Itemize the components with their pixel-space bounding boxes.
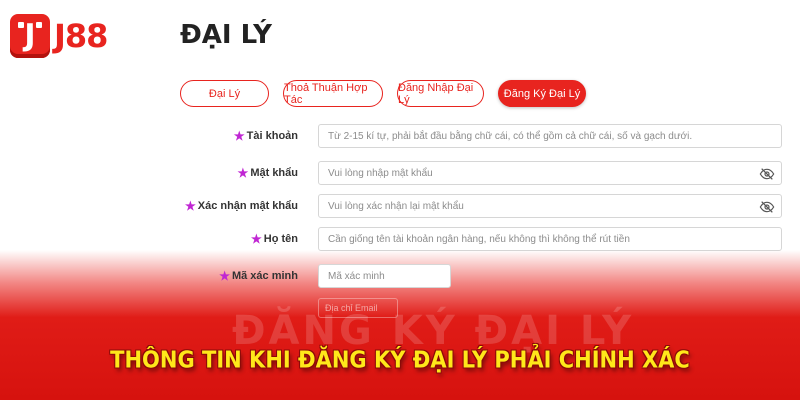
tab-dang-nhap-dai-ly[interactable]: Đăng Nhập Đại Lý <box>397 80 484 107</box>
form-row-account: ★ Tài khoản Từ 2-15 kí tự, phải bắt đầu … <box>0 124 800 148</box>
required-star-icon: ★ <box>233 129 245 143</box>
account-label: ★ Tài khoản <box>234 124 298 148</box>
required-star-icon: ★ <box>184 199 196 213</box>
password-label-text: Mật khẩu <box>250 167 298 179</box>
tab-bar: Đại Lý Thoả Thuận Hợp Tác Đăng Nhập Đại … <box>180 80 586 107</box>
confirm-password-input[interactable]: Vui lòng xác nhận lại mật khẩu <box>318 194 782 218</box>
verification-code-label-text: Mã xác minh <box>231 270 298 282</box>
required-star-icon: ★ <box>237 166 249 180</box>
full-name-label-text: Họ tên <box>263 233 298 245</box>
required-star-icon: ★ <box>219 269 230 283</box>
verification-code-label: ★ Mã xác minh <box>219 264 298 288</box>
account-input[interactable]: Từ 2-15 kí tự, phải bắt đầu bằng chữ cái… <box>318 124 782 148</box>
confirm-password-label: ★ Xác nhận mật khẩu <box>185 194 298 218</box>
password-input[interactable]: Vui lòng nhập mật khẩu <box>318 161 782 185</box>
form-row-confirm-password: ★ Xác nhận mật khẩu Vui lòng xác nhận lạ… <box>0 194 800 218</box>
logo-badge: J <box>10 14 50 58</box>
account-placeholder: Từ 2-15 kí tự, phải bắt đầu bằng chữ cái… <box>328 130 693 142</box>
confirm-password-placeholder: Vui lòng xác nhận lại mật khẩu <box>328 200 464 212</box>
logo: J J88 <box>10 14 108 58</box>
tab-thoa-thuan-hop-tac[interactable]: Thoả Thuận Hợp Tác <box>283 80 383 107</box>
form-row-password: ★ Mật khẩu Vui lòng nhập mật khẩu <box>0 161 800 185</box>
logo-text: J88 <box>54 17 108 55</box>
password-placeholder: Vui lòng nhập mật khẩu <box>328 167 433 179</box>
full-name-placeholder: Cần giống tên tài khoản ngân hàng, nếu k… <box>328 233 630 245</box>
form-row-verification-code: ★ Mã xác minh Mã xác minh <box>0 264 800 288</box>
tab-dai-ly[interactable]: Đại Lý <box>180 80 269 107</box>
banner-caption: THÔNG TIN KHI ĐĂNG KÝ ĐẠI LÝ PHẢI CHÍNH … <box>110 347 690 373</box>
account-label-text: Tài khoản <box>246 130 298 142</box>
tab-dang-ky-dai-ly[interactable]: Đăng Ký Đại Lý <box>498 80 586 107</box>
eye-off-icon[interactable] <box>759 199 775 215</box>
verification-code-placeholder: Mã xác minh <box>328 270 385 282</box>
password-label: ★ Mật khẩu <box>238 161 298 185</box>
eye-off-icon[interactable] <box>759 166 775 182</box>
form-row-full-name: ★ Họ tên Cần giống tên tài khoản ngân hà… <box>0 227 800 251</box>
verification-code-input[interactable]: Mã xác minh <box>318 264 451 288</box>
page-title: ĐẠI LÝ <box>180 20 272 50</box>
confirm-password-label-text: Xác nhận mật khẩu <box>197 200 298 212</box>
logo-glyph: J <box>24 18 36 53</box>
full-name-input[interactable]: Cần giống tên tài khoản ngân hàng, nếu k… <box>318 227 782 251</box>
required-star-icon: ★ <box>251 232 262 246</box>
full-name-label: ★ Họ tên <box>251 227 298 251</box>
